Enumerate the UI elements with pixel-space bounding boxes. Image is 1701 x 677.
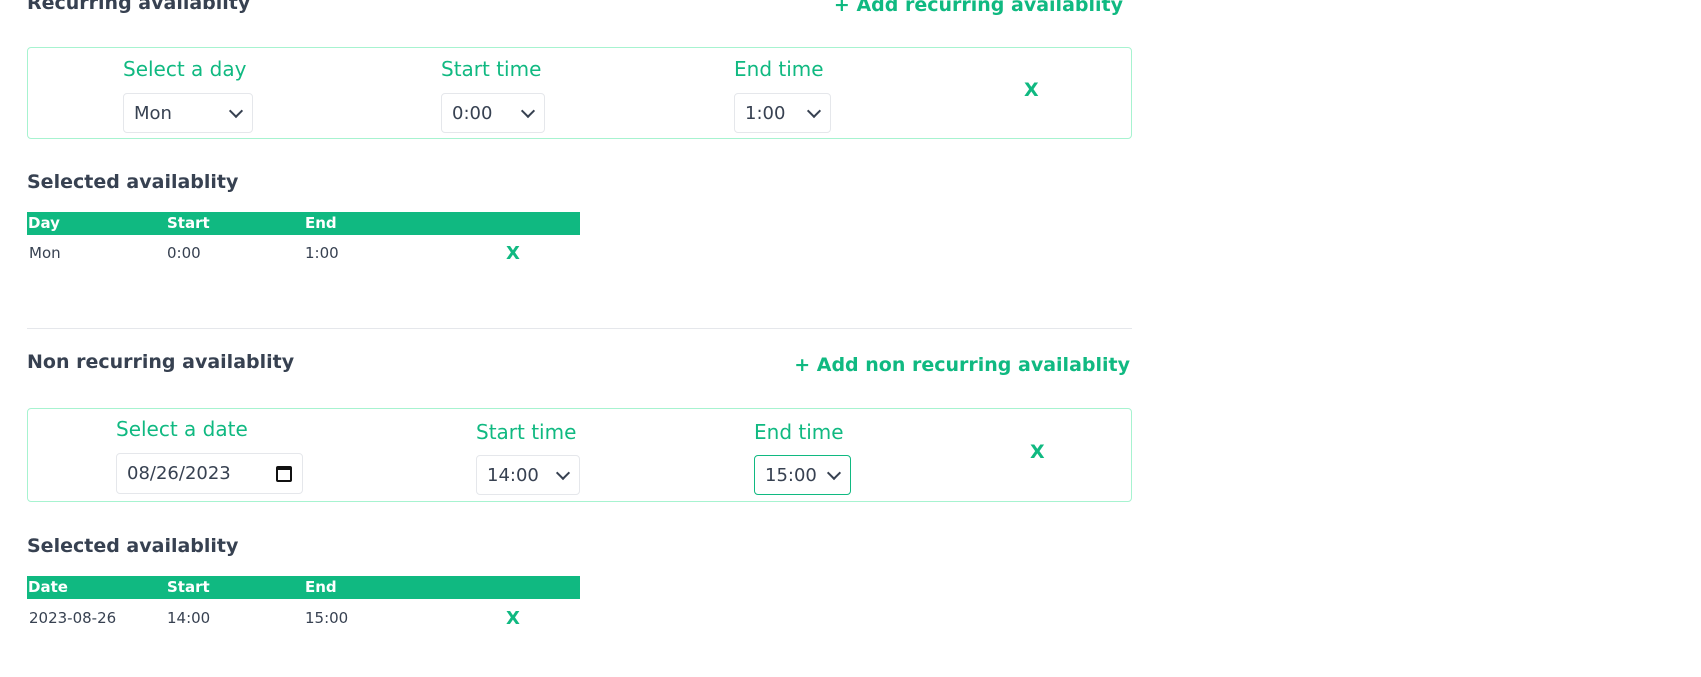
row-date: 2023-08-26 (29, 609, 117, 627)
start-time-label: Start time (476, 420, 577, 444)
end-time-select[interactable]: 15:00 (754, 455, 851, 495)
row-start: 0:00 (167, 244, 201, 262)
end-time-value: 1:00 (745, 102, 786, 124)
recurring-section-title: Recurring availablity (27, 0, 251, 14)
column-header-start: Start (167, 578, 210, 596)
row-end: 1:00 (305, 244, 339, 262)
section-divider (27, 328, 1132, 329)
recurring-selected-title: Selected availablity (27, 171, 239, 193)
column-header-day: Day (28, 214, 60, 232)
chevron-down-icon (826, 465, 842, 481)
day-select-value: Mon (134, 102, 172, 124)
non-recurring-table-header: Date Start End (27, 576, 580, 599)
column-header-end: End (305, 578, 337, 596)
remove-non-recurring-form-button[interactable]: X (1030, 441, 1045, 463)
table-row: Mon 0:00 1:00 X (27, 243, 580, 268)
calendar-icon[interactable] (276, 465, 292, 482)
start-time-value: 14:00 (487, 464, 539, 486)
remove-recurring-form-button[interactable]: X (1024, 79, 1039, 101)
row-day: Mon (29, 244, 61, 262)
start-time-label: Start time (441, 57, 542, 81)
end-time-value: 15:00 (765, 464, 817, 486)
column-header-date: Date (28, 578, 68, 596)
recurring-table-header: Day Start End (27, 212, 580, 235)
remove-row-button[interactable]: X (506, 243, 520, 264)
column-header-end: End (305, 214, 337, 232)
non-recurring-selected-title: Selected availablity (27, 535, 239, 557)
day-label: Select a day (123, 57, 247, 81)
row-end: 15:00 (305, 609, 349, 627)
table-row: 2023-08-26 14:00 15:00 X (27, 608, 580, 633)
non-recurring-availability-form: Select a date 08/26/2023 Start time 14:0… (27, 408, 1132, 502)
start-time-value: 0:00 (452, 102, 493, 124)
add-recurring-availability-link[interactable]: + Add recurring availablity (834, 0, 1123, 16)
recurring-availability-form: Select a day Mon Start time 0:00 End tim… (27, 47, 1132, 139)
non-recurring-section-title: Non recurring availablity (27, 351, 295, 373)
chevron-down-icon (228, 103, 244, 119)
end-time-label: End time (754, 420, 844, 444)
chevron-down-icon (806, 103, 822, 119)
date-input-value: 08/26/2023 (127, 463, 231, 484)
chevron-down-icon (555, 465, 571, 481)
column-header-start: Start (167, 214, 210, 232)
end-time-label: End time (734, 57, 824, 81)
date-label: Select a date (116, 417, 248, 441)
row-start: 14:00 (167, 609, 211, 627)
start-time-select[interactable]: 0:00 (441, 93, 545, 133)
chevron-down-icon (520, 103, 536, 119)
day-select[interactable]: Mon (123, 93, 253, 133)
date-input[interactable]: 08/26/2023 (116, 453, 303, 494)
add-non-recurring-availability-link[interactable]: + Add non recurring availablity (794, 354, 1130, 376)
end-time-select[interactable]: 1:00 (734, 93, 831, 133)
start-time-select[interactable]: 14:00 (476, 455, 580, 495)
remove-row-button[interactable]: X (506, 608, 520, 629)
